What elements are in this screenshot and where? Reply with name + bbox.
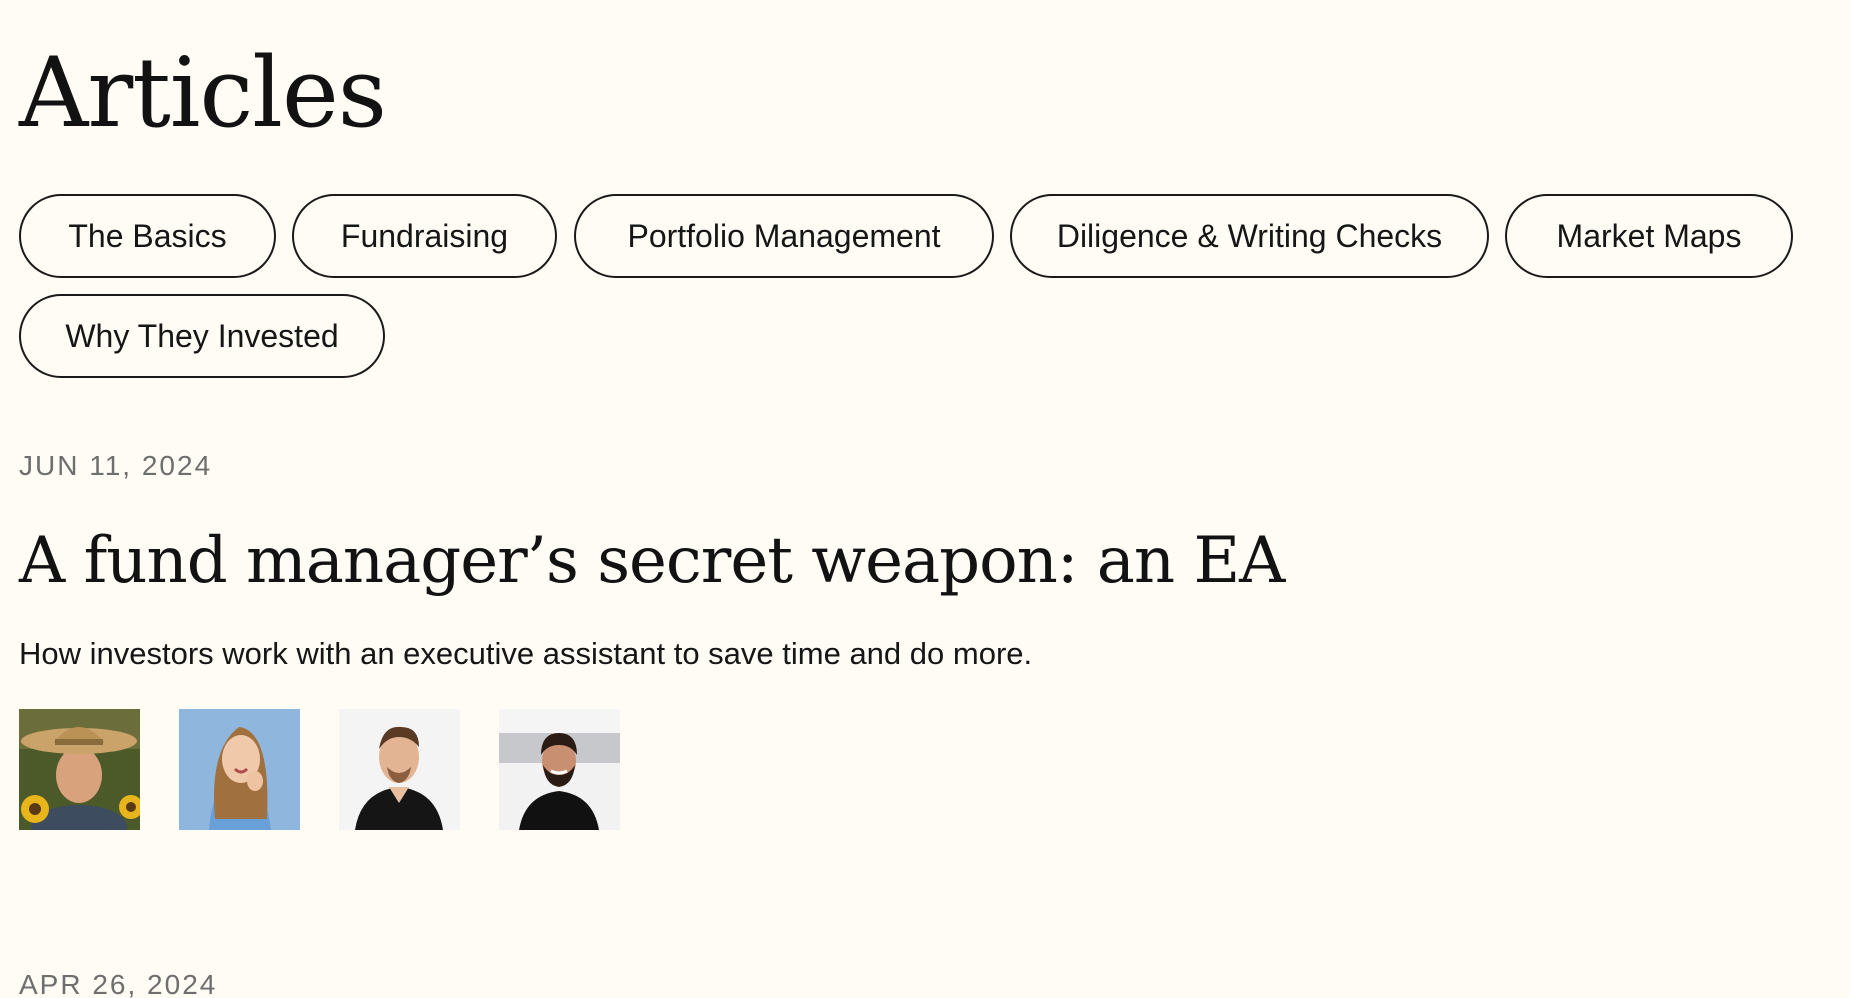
article-title-link[interactable]: A fund manager’s secret weapon: an EA xyxy=(19,518,1285,604)
category-pill-the-basics[interactable]: The Basics xyxy=(19,194,276,278)
category-pill-fundraising[interactable]: Fundraising xyxy=(292,194,557,278)
category-pill-portfolio-management[interactable]: Portfolio Management xyxy=(574,194,994,278)
article-date: JUN 11, 2024 xyxy=(19,450,213,481)
articles-page: Articles The Basics Fundraising Portfoli… xyxy=(19,0,1831,998)
category-pill-diligence-writing-checks[interactable]: Diligence & Writing Checks xyxy=(1010,194,1489,278)
article-author-avatars xyxy=(19,709,639,830)
article-date: APR 26, 2024 xyxy=(19,969,218,998)
category-pill-market-maps[interactable]: Market Maps xyxy=(1505,194,1793,278)
author-avatar-woman-blue-icon[interactable] xyxy=(179,709,300,830)
article-summary: How investors work with an executive ass… xyxy=(19,636,1033,671)
author-avatar-man-black-shirt-icon[interactable] xyxy=(339,709,460,830)
category-pill-why-they-invested[interactable]: Why They Invested xyxy=(19,294,385,378)
author-avatar-man-beard-icon[interactable] xyxy=(499,709,620,830)
page-title: Articles xyxy=(19,37,387,149)
author-avatar-hat-sunflowers-icon[interactable] xyxy=(19,709,140,830)
